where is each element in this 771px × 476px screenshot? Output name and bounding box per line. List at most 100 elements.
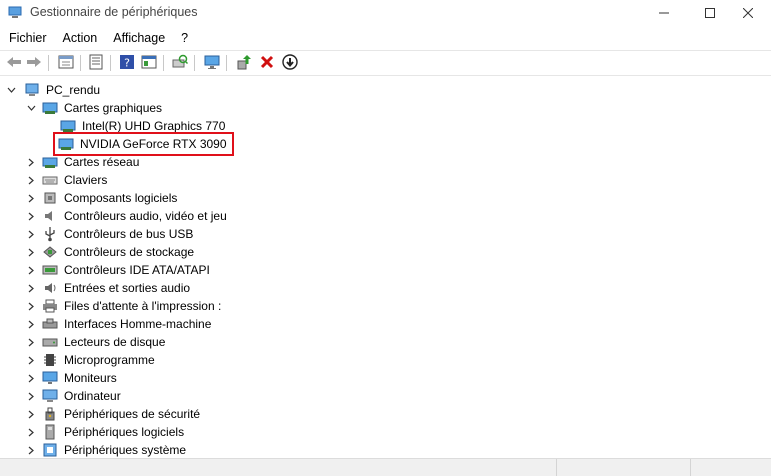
uninstall-button[interactable]	[257, 53, 277, 73]
forward-button[interactable]	[24, 53, 44, 73]
chevron-right-icon[interactable]	[26, 153, 36, 171]
security-device-icon	[42, 406, 58, 422]
close-button[interactable]	[725, 0, 771, 26]
back-arrow-icon	[6, 55, 22, 72]
device-label: Intel(R) UHD Graphics 770	[82, 119, 226, 133]
help-icon: ?	[119, 54, 135, 73]
device-tree[interactable]: PC_rendu Cartes graphiques Intel(R) UHD …	[0, 78, 771, 458]
chevron-right-icon[interactable]	[26, 207, 36, 225]
help-button[interactable]: ?	[117, 53, 137, 73]
menu-help[interactable]: ?	[176, 28, 193, 47]
toolbar-separator	[48, 55, 49, 71]
category-label: Composants logiciels	[64, 191, 178, 205]
menu-affichage[interactable]: Affichage	[108, 28, 170, 47]
chevron-right-icon[interactable]	[26, 189, 36, 207]
chevron-right-icon[interactable]	[26, 441, 36, 458]
tree-category-cartes-reseau[interactable]: Cartes réseau	[26, 153, 141, 171]
category-label: Microprogramme	[64, 353, 155, 367]
chevron-right-icon[interactable]	[26, 387, 36, 405]
tree-category-files-impression[interactable]: Files d'attente à l'impression :	[26, 297, 223, 315]
tree-category-entrees-sorties-audio[interactable]: Entrées et sorties audio	[26, 279, 192, 297]
chevron-right-icon[interactable]	[26, 351, 36, 369]
display-adapter-icon	[60, 118, 76, 134]
category-label: Périphériques de sécurité	[64, 407, 201, 421]
system-device-icon	[42, 442, 58, 458]
chevron-right-icon[interactable]	[26, 369, 36, 387]
tree-category-lecteurs-disque[interactable]: Lecteurs de disque	[26, 333, 167, 351]
computer-icon	[42, 388, 58, 404]
display-adapter-icon	[58, 136, 74, 152]
maximize-icon	[705, 6, 715, 21]
list-view-button[interactable]	[86, 53, 106, 73]
tree-category-composants-logiciels[interactable]: Composants logiciels	[26, 189, 179, 207]
software-device-icon	[42, 424, 58, 440]
monitor-button[interactable]	[202, 53, 222, 73]
chevron-right-icon[interactable]	[26, 315, 36, 333]
disable-device-button[interactable]	[280, 53, 300, 73]
svg-text:?: ?	[124, 56, 130, 69]
tree-device-intel-uhd[interactable]: Intel(R) UHD Graphics 770	[60, 117, 227, 135]
chevron-right-icon[interactable]	[26, 225, 36, 243]
category-label: Périphériques logiciels	[64, 425, 185, 439]
chevron-down-icon[interactable]	[6, 81, 16, 99]
window-title: Gestionnaire de périphériques	[30, 5, 198, 19]
chevron-right-icon[interactable]	[26, 279, 36, 297]
update-driver-icon	[236, 54, 252, 73]
category-label: Contrôleurs de bus USB	[64, 227, 194, 241]
chevron-right-icon[interactable]	[26, 423, 36, 441]
chevron-down-icon[interactable]	[26, 99, 36, 117]
tree-category-peripheriques-securite[interactable]: Périphériques de sécurité	[26, 405, 202, 423]
tree-category-cartes-graphiques[interactable]: Cartes graphiques	[26, 99, 164, 117]
device-manager-icon	[8, 5, 22, 19]
tree-category-moniteurs[interactable]: Moniteurs	[26, 369, 119, 387]
tree-category-peripheriques-logiciels[interactable]: Périphériques logiciels	[26, 423, 186, 441]
chevron-right-icon[interactable]	[26, 243, 36, 261]
tree-category-controleurs-ide[interactable]: Contrôleurs IDE ATA/ATAPI	[26, 261, 212, 279]
menu-action[interactable]: Action	[58, 28, 103, 47]
toolbar-separator	[226, 55, 227, 71]
chevron-right-icon[interactable]	[26, 333, 36, 351]
tree-category-microprogramme[interactable]: Microprogramme	[26, 351, 157, 369]
minimize-button[interactable]	[641, 0, 687, 26]
chevron-right-icon[interactable]	[26, 405, 36, 423]
tree-category-ordinateur[interactable]: Ordinateur	[26, 387, 123, 405]
tree-category-controleurs-stockage[interactable]: Contrôleurs de stockage	[26, 243, 196, 261]
details-button[interactable]	[139, 53, 159, 73]
properties-sheet-icon	[58, 54, 74, 73]
chevron-right-icon[interactable]	[26, 261, 36, 279]
category-label: Interfaces Homme-machine	[64, 317, 212, 331]
category-label: Ordinateur	[64, 389, 121, 403]
minimize-icon	[659, 6, 669, 21]
tree-category-interfaces-homme-machine[interactable]: Interfaces Homme-machine	[26, 315, 213, 333]
category-label: Contrôleurs IDE ATA/ATAPI	[64, 263, 210, 277]
back-button[interactable]	[4, 53, 24, 73]
tree-device-nvidia-rtx[interactable]: NVIDIA GeForce RTX 3090	[53, 132, 234, 156]
tree-root-label: PC_rendu	[46, 83, 101, 97]
scan-hardware-button[interactable]	[170, 53, 190, 73]
list-view-icon	[88, 54, 104, 73]
tree-category-claviers[interactable]: Claviers	[26, 171, 109, 189]
highlight-box: NVIDIA GeForce RTX 3090	[53, 132, 234, 156]
tree-category-controleurs-usb[interactable]: Contrôleurs de bus USB	[26, 225, 195, 243]
network-adapter-icon	[42, 154, 58, 170]
ide-controller-icon	[42, 262, 58, 278]
menu-fichier[interactable]: Fichier	[4, 28, 52, 47]
category-label: Contrôleurs audio, vidéo et jeu	[64, 209, 227, 223]
update-driver-button[interactable]	[234, 53, 254, 73]
toolbar-separator	[163, 55, 164, 71]
category-label: Files d'attente à l'impression :	[64, 299, 222, 313]
forward-arrow-icon	[26, 55, 42, 72]
storage-controller-icon	[42, 244, 58, 260]
chevron-right-icon[interactable]	[26, 297, 36, 315]
title-bar: Gestionnaire de périphériques	[0, 0, 771, 26]
tree-root[interactable]: PC_rendu	[6, 81, 102, 99]
tree-category-peripheriques-systeme[interactable]: Périphériques système	[26, 441, 188, 458]
tree-category-controleurs-audio[interactable]: Contrôleurs audio, vidéo et jeu	[26, 207, 229, 225]
toolbar-separator	[194, 55, 195, 71]
usb-icon	[42, 226, 58, 242]
printer-icon	[42, 298, 58, 314]
disk-drive-icon	[42, 334, 58, 350]
properties-sheet-button[interactable]	[56, 53, 76, 73]
hid-icon	[42, 316, 58, 332]
chevron-right-icon[interactable]	[26, 171, 36, 189]
